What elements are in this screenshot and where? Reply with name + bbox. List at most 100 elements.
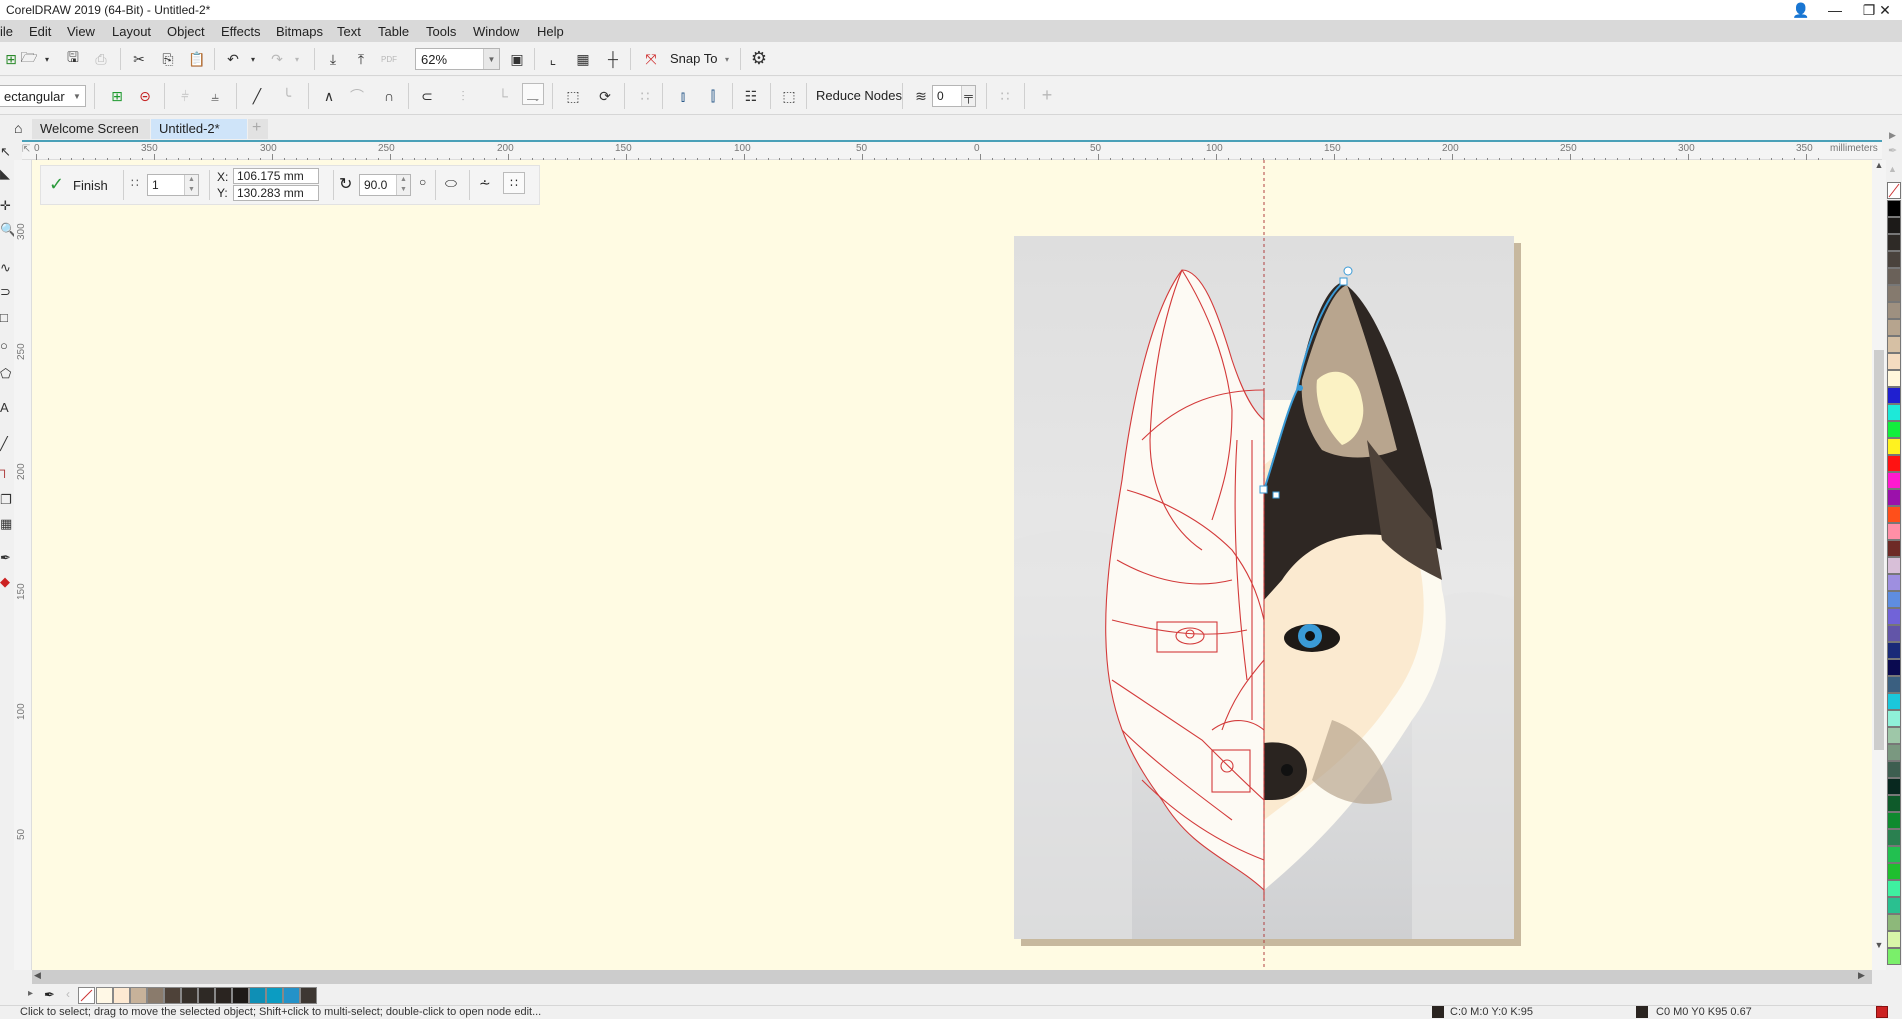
palette-color-swatch[interactable] <box>1887 574 1901 591</box>
palette-color-swatch[interactable] <box>1887 557 1901 574</box>
account-icon[interactable]: 👤 <box>1784 0 1818 20</box>
snap-to-button[interactable]: Snap To <box>670 51 717 66</box>
drop-shadow-tool-icon[interactable]: ❐ <box>0 492 14 512</box>
palette-color-swatch[interactable] <box>1887 421 1901 438</box>
menu-window[interactable]: Window <box>473 24 519 39</box>
zoom-level-combo[interactable]: 62% ▼ <box>415 48 500 70</box>
document-color-swatch[interactable] <box>96 987 113 1004</box>
palette-color-swatch[interactable] <box>1887 642 1901 659</box>
document-color-swatch[interactable] <box>181 987 198 1004</box>
palette-color-swatch[interactable] <box>1887 744 1901 761</box>
drawing-canvas[interactable]: ✓ Finish ∷ 1 ▲ ▼ X: 106.175 mm Y: 130.283… <box>32 160 1872 970</box>
elastic-mode-icon[interactable]: ☷ <box>740 85 762 107</box>
parallel-dimension-tool-icon[interactable]: ╱ <box>0 436 14 456</box>
palette-color-swatch[interactable] <box>1887 251 1901 268</box>
document-color-swatch[interactable] <box>198 987 215 1004</box>
undo-dropdown-icon[interactable]: ▾ <box>242 48 264 70</box>
add-node-icon[interactable]: ⊞ <box>106 85 128 107</box>
document-color-swatch[interactable] <box>249 987 266 1004</box>
vertical-scrollbar[interactable]: ▲ ▼ <box>1872 160 1886 970</box>
minimize-icon[interactable]: — <box>1818 0 1852 20</box>
outline-color-indicator[interactable] <box>1636 1006 1648 1018</box>
chevron-down-icon[interactable]: ▼ <box>69 86 85 106</box>
undo-icon[interactable]: ↶ <box>222 48 244 70</box>
copy-icon[interactable]: ⎘ <box>157 48 179 70</box>
palette-color-swatch[interactable] <box>1887 659 1901 676</box>
palette-color-swatch[interactable] <box>1887 370 1901 387</box>
menu-tools[interactable]: Tools <box>426 24 456 39</box>
redo-icon[interactable]: ↷ <box>266 48 288 70</box>
snap-to-dropdown-icon[interactable]: ▾ <box>716 48 738 70</box>
transparency-tool-icon[interactable]: ▦ <box>0 516 14 536</box>
connector-tool-icon[interactable]: ┐ <box>0 462 14 482</box>
full-screen-preview-icon[interactable]: ▣ <box>506 48 528 70</box>
menu-help[interactable]: Help <box>537 24 564 39</box>
menu-view[interactable]: View <box>67 24 95 39</box>
chevron-down-icon[interactable]: ▼ <box>483 49 499 69</box>
horizontal-ruler[interactable]: ⇱ 0 350 300 250 200 150 100 50 0 50 100 … <box>22 140 1882 160</box>
eyedropper-tool-icon[interactable]: ✒ <box>0 550 14 570</box>
paste-icon[interactable]: 📋 <box>186 48 208 70</box>
save-icon[interactable]: 🖫 <box>62 48 84 70</box>
menu-table[interactable]: Table <box>378 24 409 39</box>
menu-file[interactable]: ile <box>0 24 13 39</box>
mirror-horizontal-icon[interactable]: ⫾ <box>672 85 694 107</box>
close-curve-icon[interactable]: 𝁛 <box>522 83 544 105</box>
tab-untitled-2[interactable]: Untitled-2* <box>151 119 247 139</box>
palette-color-swatch[interactable] <box>1887 404 1901 421</box>
print-icon[interactable]: ⎙ <box>90 48 112 70</box>
palette-color-swatch[interactable] <box>1887 778 1901 795</box>
palette-color-swatch[interactable] <box>1887 880 1901 897</box>
vertical-ruler[interactable]: 300 250 200 150 100 50 <box>14 160 32 970</box>
palette-color-swatch[interactable] <box>1887 268 1901 285</box>
publish-pdf-icon[interactable]: PDF <box>378 48 400 70</box>
palette-color-swatch[interactable] <box>1887 302 1901 319</box>
palette-color-swatch[interactable] <box>1887 540 1901 557</box>
palette-color-swatch[interactable] <box>1887 217 1901 234</box>
pick-tool-icon[interactable]: ↖ <box>0 144 14 164</box>
palette-color-swatch[interactable] <box>1887 523 1901 540</box>
palette-color-swatch[interactable] <box>1887 489 1901 506</box>
palette-color-swatch[interactable] <box>1887 387 1901 404</box>
reverse-direction-icon[interactable]: ⊂ <box>416 85 438 107</box>
convert-to-line-icon[interactable]: ╱ <box>246 85 268 107</box>
node-sensitivity-icon[interactable]: ∷ <box>994 85 1016 107</box>
convert-to-curve-icon[interactable]: ╰ <box>276 85 298 107</box>
palette-scroll-left-icon[interactable]: ‹ <box>66 987 70 1001</box>
menu-object[interactable]: Object <box>167 24 205 39</box>
palette-color-swatch[interactable] <box>1887 506 1901 523</box>
scroll-thumb[interactable] <box>1874 350 1884 750</box>
menu-layout[interactable]: Layout <box>112 24 151 39</box>
export-icon[interactable]: ⤒ <box>350 48 372 70</box>
palette-color-swatch[interactable] <box>1887 914 1901 931</box>
open-dropdown-icon[interactable]: ▾ <box>36 48 58 70</box>
document-color-swatch[interactable] <box>113 987 130 1004</box>
palette-color-swatch[interactable] <box>1887 625 1901 642</box>
new-tab-button[interactable]: + <box>248 119 268 139</box>
cusp-node-icon[interactable]: ∧ <box>318 85 340 107</box>
palette-color-swatch[interactable] <box>1887 285 1901 302</box>
no-color-swatch[interactable] <box>78 987 95 1004</box>
options-gear-icon[interactable]: ⚙ <box>748 47 770 69</box>
no-color-swatch[interactable] <box>1887 182 1901 199</box>
delete-node-icon[interactable]: ⊝ <box>134 85 156 107</box>
palette-flyout-icon[interactable]: ▶ <box>1889 130 1896 141</box>
palette-color-swatch[interactable] <box>1887 948 1901 965</box>
scroll-right-icon[interactable]: ▶ <box>1858 970 1872 984</box>
freehand-tool-icon[interactable]: ∿ <box>0 260 14 280</box>
rotate-nodes-icon[interactable]: ⟳ <box>594 85 616 107</box>
document-color-swatch[interactable] <box>232 987 249 1004</box>
curve-smoothness-input[interactable]: 0 ╤ <box>932 85 976 107</box>
add-toolbar-item-icon[interactable]: + <box>1036 84 1058 106</box>
control-handle[interactable] <box>1343 266 1353 276</box>
document-color-swatch[interactable] <box>215 987 232 1004</box>
document-color-swatch[interactable] <box>283 987 300 1004</box>
palette-color-swatch[interactable] <box>1887 863 1901 880</box>
close-icon[interactable]: ✕ <box>1868 0 1902 20</box>
menu-effects[interactable]: Effects <box>221 24 261 39</box>
crop-tool-icon[interactable]: ✛ <box>0 198 14 218</box>
redo-dropdown-icon[interactable]: ▾ <box>286 48 308 70</box>
smooth-node-icon[interactable]: ⌒ <box>346 85 368 107</box>
scroll-up-icon[interactable]: ▲ <box>1872 160 1886 174</box>
mirror-vertical-icon[interactable]: ⫿ <box>702 85 724 107</box>
